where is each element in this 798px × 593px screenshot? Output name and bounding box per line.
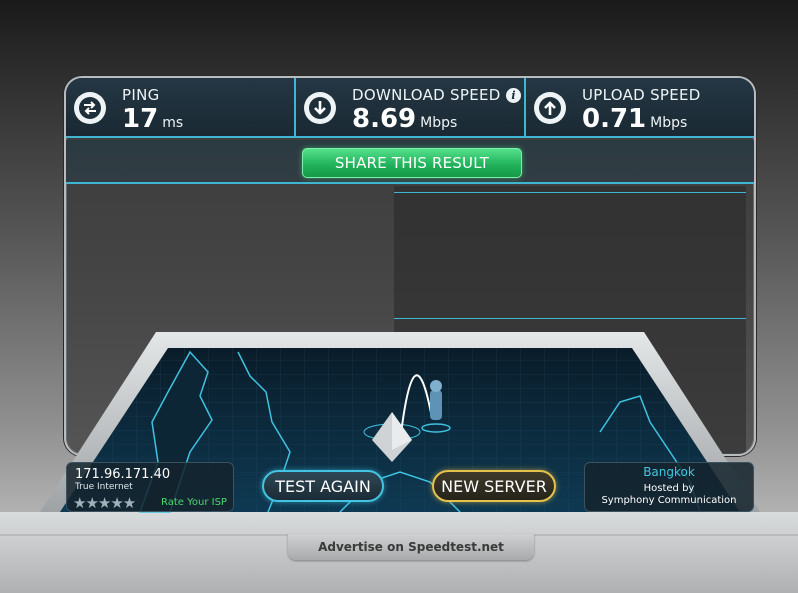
download-stat: DOWNLOAD SPEED 8.69 Mbps i <box>296 78 524 138</box>
hosted-by-label: Hosted by <box>643 483 695 494</box>
host-name: Symphony Communication <box>601 495 737 506</box>
ping-number: 17 <box>122 104 159 134</box>
server-host: Hosted by Symphony Communication <box>585 483 753 507</box>
share-bar: SHARE THIS RESULT <box>66 140 754 184</box>
ping-arrows-icon <box>74 92 106 124</box>
ping-label: PING <box>122 86 160 104</box>
download-unit: Mbps <box>420 115 458 131</box>
download-number: 8.69 <box>352 104 417 134</box>
test-again-button[interactable]: TEST AGAIN <box>262 470 384 502</box>
rate-isp-link[interactable]: Rate Your ISP <box>161 497 227 508</box>
client-ip: 171.96.171.40 <box>75 467 171 482</box>
server-city: Bangkok <box>643 465 695 479</box>
upload-label: UPLOAD SPEED <box>582 86 701 104</box>
results-bar: PING 17 ms DOWNLOAD SPEED 8.69 Mbps i UP… <box>66 78 754 138</box>
download-value: 8.69 Mbps <box>352 104 457 134</box>
ping-unit: ms <box>162 115 184 131</box>
download-arrow-icon <box>304 92 336 124</box>
ping-stat: PING 17 ms <box>66 78 294 138</box>
advertise-link[interactable]: Advertise on Speedtest.net <box>288 534 534 560</box>
server-figure-head <box>430 380 442 392</box>
new-server-button[interactable]: NEW SERVER <box>432 470 556 502</box>
download-label: DOWNLOAD SPEED <box>352 86 501 104</box>
upload-value: 0.71 Mbps <box>582 104 687 134</box>
panel-line <box>394 192 746 193</box>
ping-value: 17 ms <box>122 104 183 134</box>
upload-arrow-icon <box>534 92 566 124</box>
upload-stat: UPLOAD SPEED 0.71 Mbps <box>526 78 754 138</box>
upload-number: 0.71 <box>582 104 647 134</box>
server-info-box: Bangkok Hosted by Symphony Communication <box>584 462 754 512</box>
rating-stars[interactable]: ★★★★★ <box>73 494 136 512</box>
panel-line <box>394 318 746 319</box>
share-result-button[interactable]: SHARE THIS RESULT <box>302 148 522 178</box>
client-isp: True Internet <box>75 482 133 492</box>
server-figure <box>430 390 442 420</box>
client-info-box: 171.96.171.40 True Internet ★★★★★ Rate Y… <box>66 462 234 512</box>
info-icon[interactable]: i <box>506 88 521 103</box>
upload-unit: Mbps <box>650 115 688 131</box>
